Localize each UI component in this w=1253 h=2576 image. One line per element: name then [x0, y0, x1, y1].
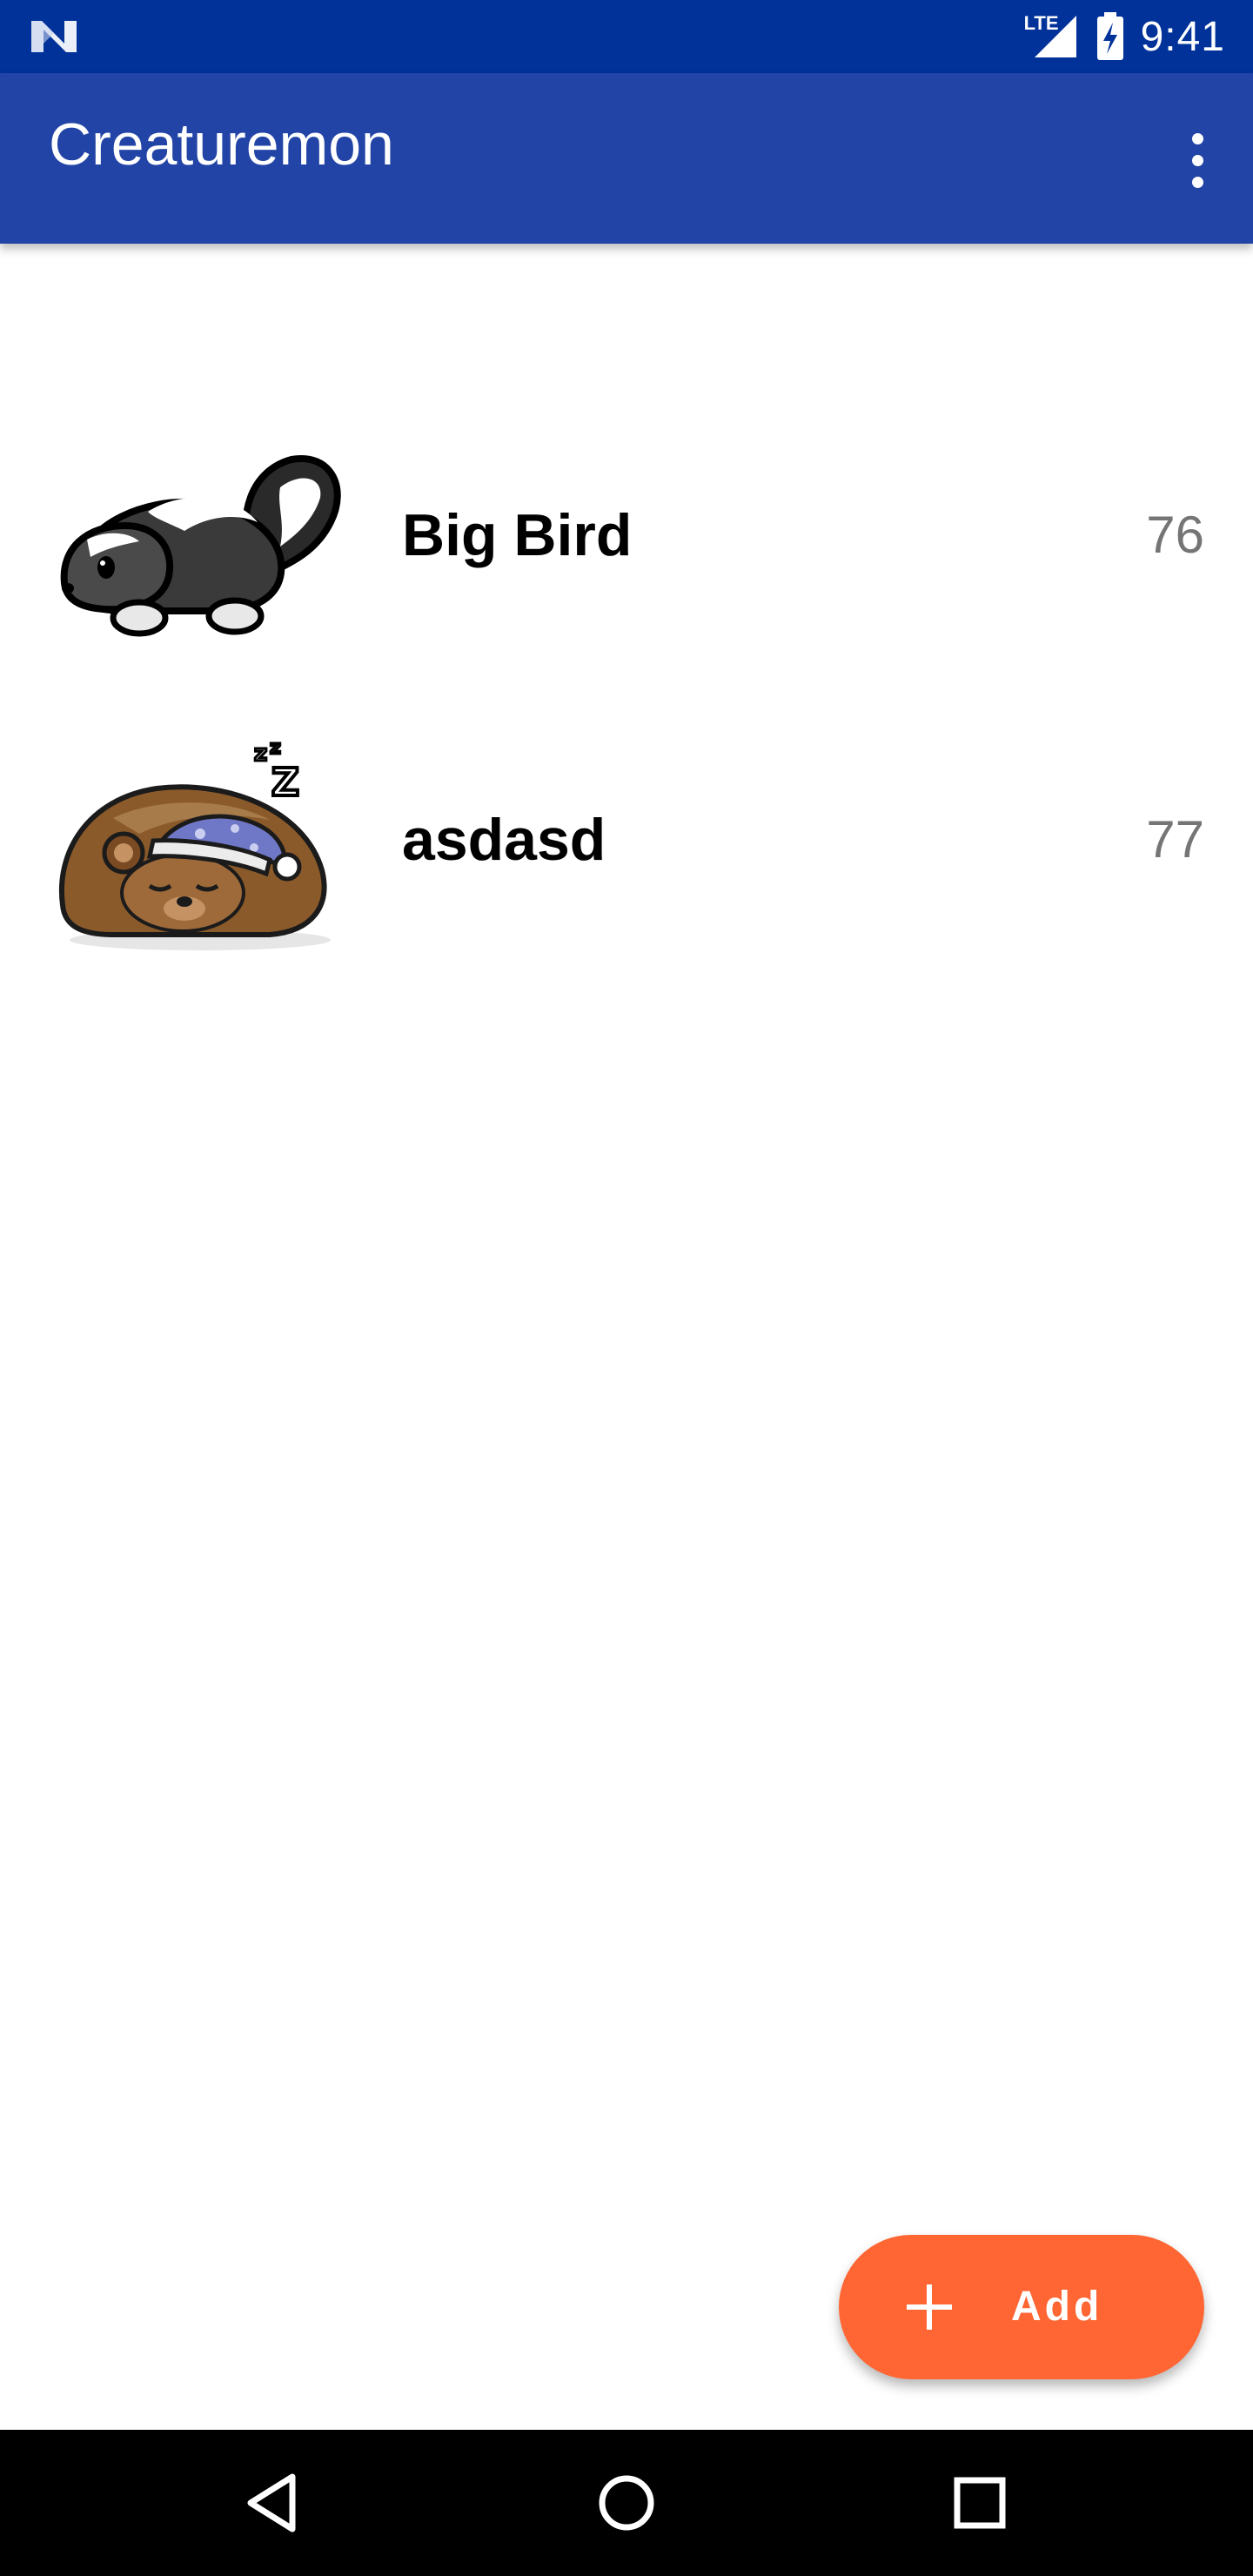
plus-icon	[907, 2284, 952, 2330]
creature-list: Big Bird 76 z z Z asdasd 77	[0, 383, 1253, 992]
add-button[interactable]: Add	[839, 2235, 1204, 2379]
home-circle-icon[interactable]	[592, 2468, 661, 2538]
battery-charging-icon	[1096, 12, 1123, 60]
signal-strength-icon: LTE	[1024, 12, 1080, 61]
list-item-big-bird[interactable]: Big Bird 76	[0, 383, 1253, 688]
svg-text:z: z	[254, 741, 267, 767]
list-item-asdasd[interactable]: z z Z asdasd 77	[0, 688, 1253, 992]
more-vert-icon	[1191, 132, 1203, 144]
creature-name: Big Bird	[402, 502, 633, 568]
recents-square-icon[interactable]	[945, 2468, 1015, 2538]
skunk-illustration	[60, 454, 341, 637]
add-button-label: Add	[1011, 2284, 1103, 2330]
n-notification-icon	[31, 21, 77, 52]
sleeping-bear-illustration: z z Z	[58, 736, 331, 950]
app-bar: Creaturemon	[0, 73, 1253, 244]
screen: LTE 9:41 Creaturemon Big Bird 76 z z Z a…	[0, 0, 1253, 2576]
back-triangle-icon[interactable]	[240, 2468, 310, 2538]
creature-name: asdasd	[402, 807, 606, 873]
svg-text:Z: Z	[271, 761, 299, 805]
creature-value: 76	[1146, 506, 1204, 564]
navigation-bar	[0, 2430, 1253, 2576]
creature-value: 77	[1146, 810, 1204, 869]
status-time: 9:41	[1140, 13, 1225, 60]
overflow-menu-button[interactable]	[1173, 118, 1222, 202]
app-title: Creaturemon	[49, 111, 394, 178]
status-icons: LTE 9:41	[1024, 0, 1225, 73]
svg-text:z: z	[270, 737, 281, 759]
